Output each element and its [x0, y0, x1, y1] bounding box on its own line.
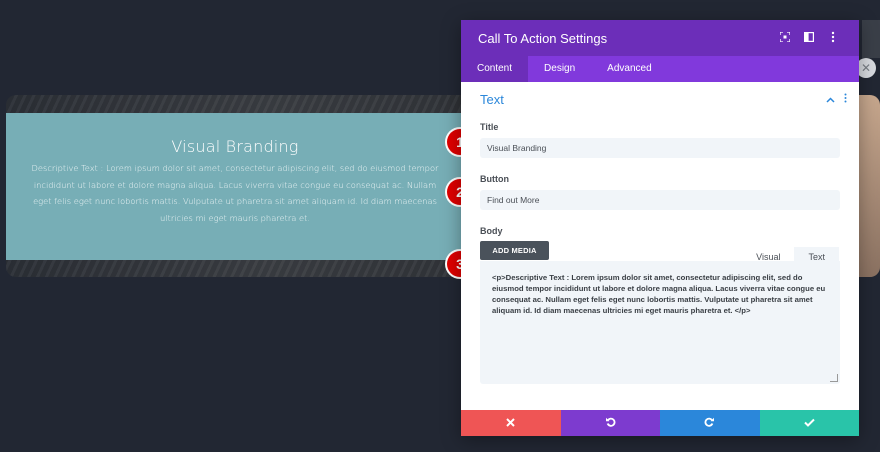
section-title: Text	[480, 91, 504, 107]
panel-title: Call To Action Settings	[478, 30, 608, 46]
settings-tabs: Content Design Advanced	[461, 56, 859, 82]
undo-button[interactable]	[560, 410, 660, 436]
cta-body-text: Descriptive Text : Lorem ipsum dolor sit…	[31, 163, 439, 223]
settings-panel: Call To Action Settings Content Design A…	[461, 20, 859, 436]
save-button[interactable]	[759, 410, 859, 436]
background-image-top-right	[862, 20, 880, 58]
button-text-input[interactable]: Find out More	[480, 190, 840, 210]
text-section-toggle[interactable]: Text	[461, 84, 859, 114]
button-field-label: Button	[480, 174, 509, 184]
panel-header: Call To Action Settings	[461, 20, 859, 56]
tab-advanced[interactable]: Advanced	[591, 56, 667, 82]
cancel-button[interactable]	[461, 410, 561, 436]
tab-content[interactable]: Content	[461, 56, 529, 82]
body-textarea-value: <p>Descriptive Text : Lorem ipsum dolor …	[492, 273, 826, 315]
resize-handle[interactable]	[830, 374, 838, 382]
tab-design[interactable]: Design	[528, 56, 591, 82]
redo-button[interactable]	[660, 410, 760, 436]
panel-footer	[461, 410, 859, 436]
text-section-content: Title Visual Branding Button Find out Mo…	[461, 122, 859, 384]
close-icon[interactable]: ✕	[856, 58, 876, 78]
expand-icon[interactable]	[773, 30, 797, 45]
cta-title: Visual Branding	[171, 137, 299, 156]
undo-icon	[605, 416, 616, 430]
body-editor-toolbar: ADD MEDIA Visual Text	[480, 241, 840, 267]
adjacent-image	[858, 95, 880, 277]
body-field-label: Body	[480, 226, 503, 236]
title-input[interactable]: Visual Branding	[480, 138, 840, 158]
body-textarea[interactable]: <p>Descriptive Text : Lorem ipsum dolor …	[480, 261, 840, 384]
redo-icon	[704, 416, 715, 430]
title-field-label: Title	[480, 122, 499, 132]
sidebar-toggle-icon[interactable]	[797, 31, 821, 45]
add-media-button[interactable]: ADD MEDIA	[480, 241, 549, 260]
save-check-icon	[804, 416, 815, 430]
chevron-up-icon[interactable]	[826, 95, 838, 106]
section-options-icon[interactable]	[844, 93, 847, 106]
more-options-icon[interactable]	[821, 31, 845, 46]
cta-module-preview[interactable]: Visual Branding Descriptive Text : Lorem…	[6, 113, 464, 260]
cancel-icon	[506, 416, 515, 430]
